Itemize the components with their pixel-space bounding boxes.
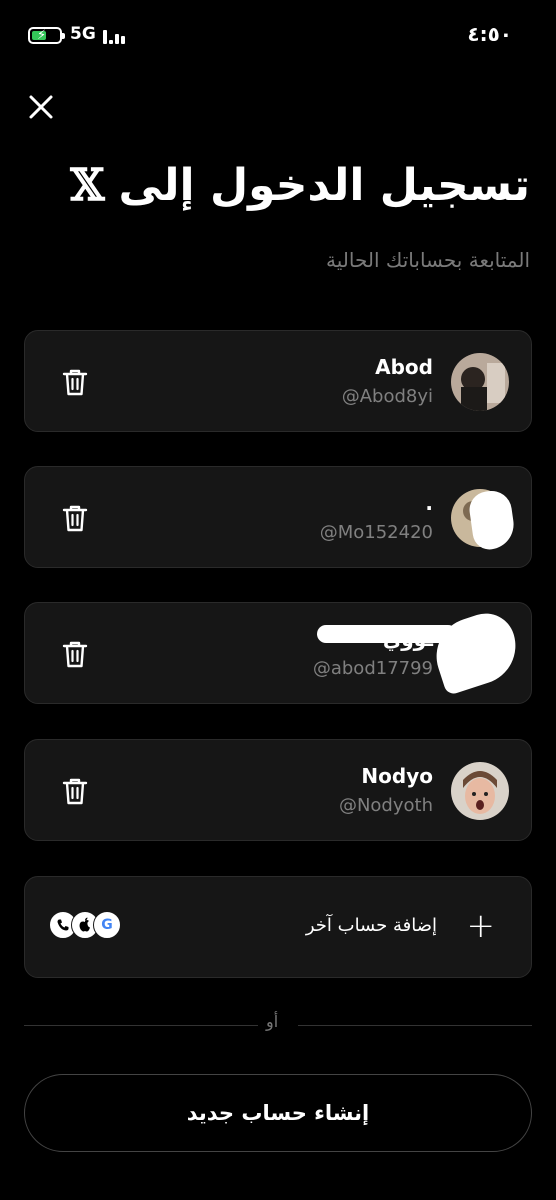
divider-line xyxy=(298,1025,532,1026)
redaction-mark xyxy=(317,625,457,643)
close-icon xyxy=(29,95,53,119)
account-handle: @Nodyoth xyxy=(338,795,433,816)
or-separator: أو xyxy=(266,1012,279,1031)
page-subtitle: المتابعة بحساباتك الحالية xyxy=(326,248,530,272)
avatar xyxy=(451,353,509,411)
redaction-mark xyxy=(467,488,517,552)
battery-icon: ⚡ xyxy=(28,27,65,44)
account-name: Abod xyxy=(375,355,433,379)
plus-icon: + xyxy=(466,906,496,946)
page-title: تسجيل الدخول إلى 𝕏 xyxy=(70,160,530,211)
account-handle: @Mo152420 xyxy=(319,522,433,543)
delete-account-button[interactable] xyxy=(61,367,89,397)
account-name: . xyxy=(425,491,433,515)
google-icon: G xyxy=(93,911,121,939)
trash-icon xyxy=(62,641,88,668)
redaction-mark xyxy=(426,605,526,697)
divider-line xyxy=(24,1025,258,1026)
delete-account-button[interactable] xyxy=(61,503,89,533)
charging-bolt-icon: ⚡ xyxy=(37,28,47,43)
trash-icon xyxy=(62,505,88,532)
page-title-text: تسجيل الدخول إلى xyxy=(118,160,531,211)
x-logo-icon: 𝕏 xyxy=(70,160,105,211)
account-name: Nodyo xyxy=(361,764,433,788)
account-card[interactable]: Nodyo @Nodyoth xyxy=(24,739,532,841)
signal-strength-icon xyxy=(103,26,127,44)
status-time: ٤:٥٠ xyxy=(467,22,512,46)
trash-icon xyxy=(62,369,88,396)
trash-icon xyxy=(62,778,88,805)
close-button[interactable] xyxy=(24,90,58,124)
add-account-button[interactable]: + إضافة حساب آخر G xyxy=(24,876,532,978)
account-card[interactable]: . @Mo152420 xyxy=(24,466,532,568)
create-account-button[interactable]: إنشاء حساب جديد xyxy=(24,1074,532,1152)
account-card[interactable]: ـووي @abod17799 xyxy=(24,602,532,704)
status-bar: ⚡ 5G ٤:٥٠ xyxy=(0,0,556,72)
account-handle: @Abod8yi xyxy=(341,386,433,407)
add-account-label: إضافة حساب آخر xyxy=(305,915,437,936)
delete-account-button[interactable] xyxy=(61,776,89,806)
login-providers: G xyxy=(49,911,121,939)
network-type: 5G xyxy=(70,24,96,44)
avatar xyxy=(451,762,509,820)
account-card[interactable]: Abod @Abod8yi xyxy=(24,330,532,432)
delete-account-button[interactable] xyxy=(61,639,89,669)
account-handle: @abod17799 xyxy=(312,658,433,679)
